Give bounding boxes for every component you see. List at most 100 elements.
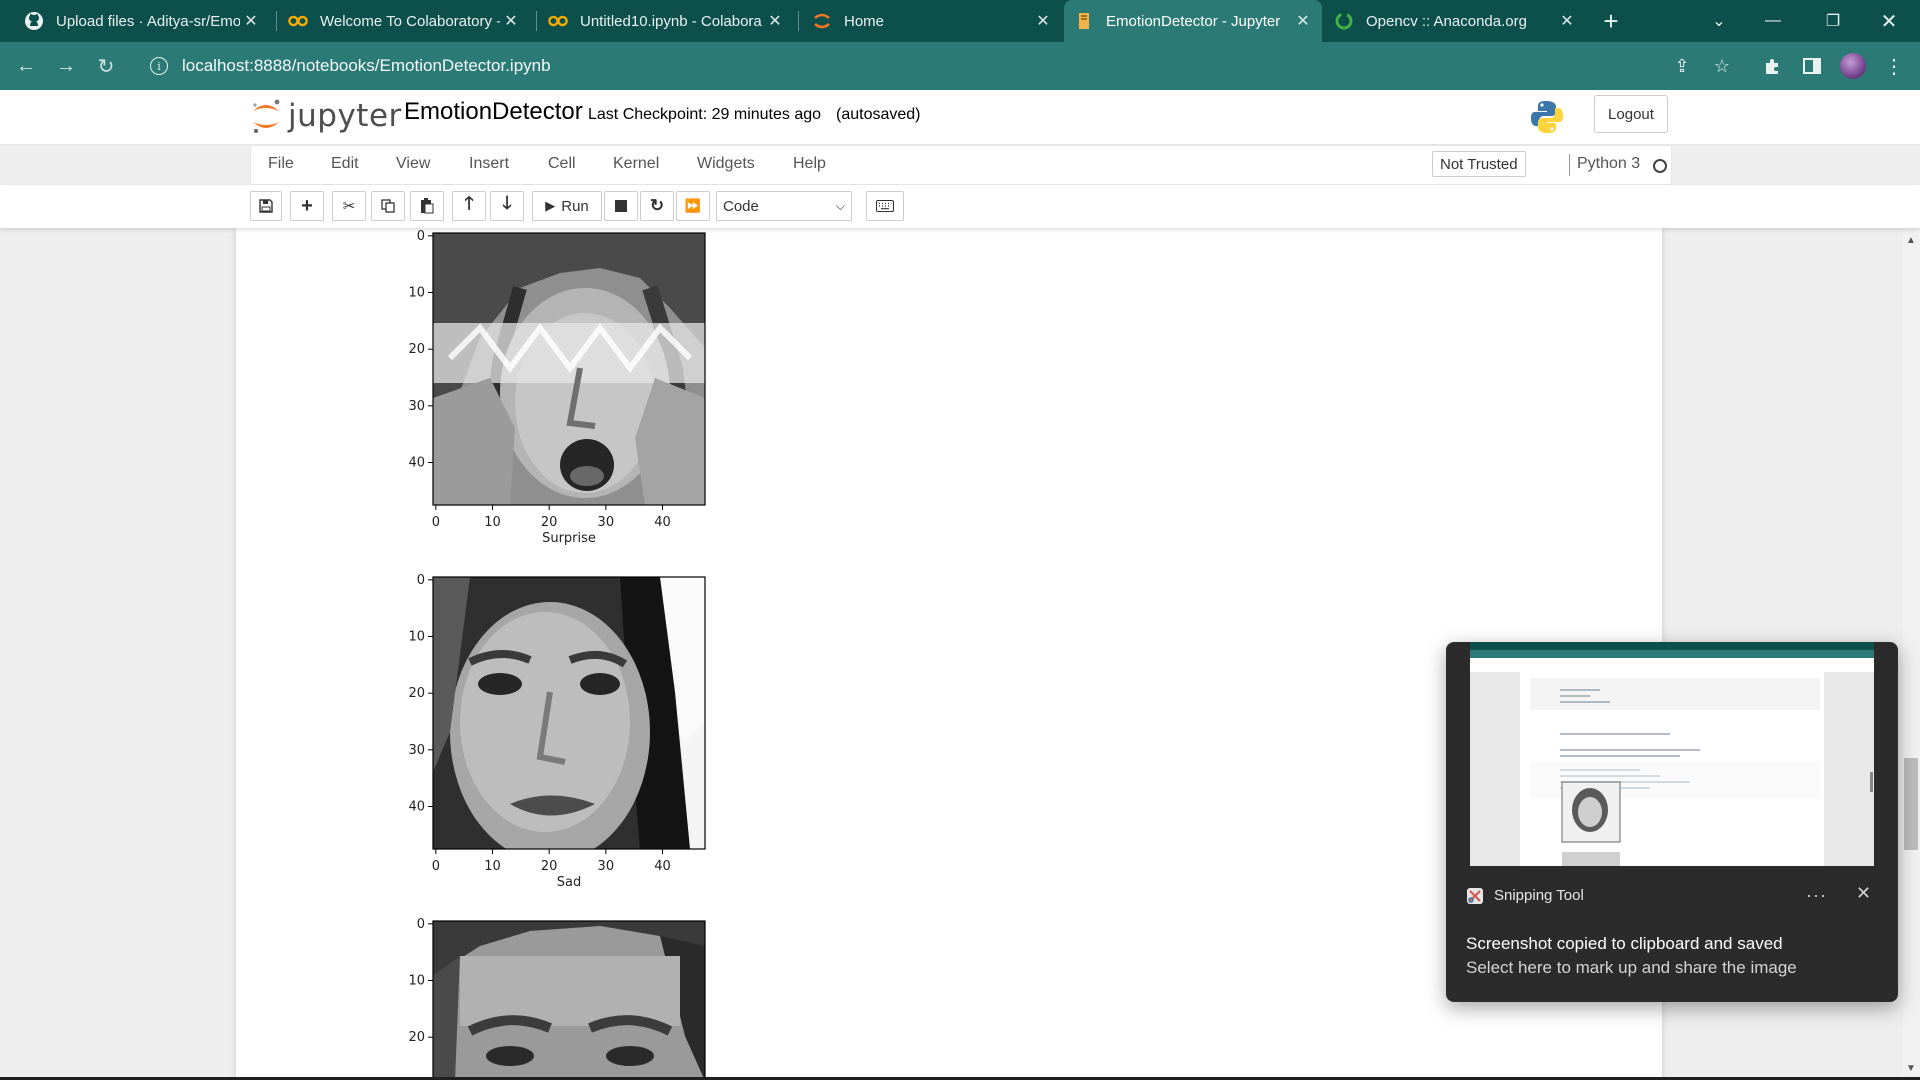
- face-image-third: [433, 921, 705, 1080]
- cell-type-select[interactable]: Code ⌵: [716, 191, 852, 221]
- snipping-tool-notification[interactable]: Snipping Tool ··· ✕ Screenshot copied to…: [1446, 642, 1898, 1002]
- close-window-icon[interactable]: ✕: [1866, 0, 1912, 42]
- site-info-icon[interactable]: i: [150, 57, 168, 75]
- menu-cell[interactable]: Cell: [548, 155, 576, 173]
- scroll-up-icon[interactable]: ▲: [1905, 234, 1917, 246]
- page-scrollbar[interactable]: [1903, 228, 1920, 1080]
- run-button[interactable]: ▶ Run: [532, 191, 602, 221]
- stop-icon: [615, 200, 627, 212]
- trust-status-button[interactable]: Not Trusted: [1432, 151, 1526, 177]
- new-tab-icon[interactable]: +: [1596, 6, 1626, 36]
- checkpoint-status: Last Checkpoint: 29 minutes ago: [588, 106, 822, 123]
- restart-icon: ↻: [649, 196, 665, 215]
- menu-file[interactable]: File: [268, 155, 294, 173]
- y-tick-label: 40: [408, 456, 425, 471]
- y-tick-label: 20: [408, 342, 425, 357]
- tab-welcome-colab[interactable]: Welcome To Colaboratory - ✕: [278, 0, 530, 42]
- y-tick-label: 20: [408, 1030, 425, 1045]
- github-icon: [24, 11, 44, 31]
- tab-divider: [276, 11, 277, 31]
- screenshot-preview[interactable]: [1470, 642, 1874, 866]
- jupyter-icon: [812, 11, 832, 31]
- y-tick-label: 30: [408, 743, 425, 758]
- tab-upload-files[interactable]: Upload files · Aditya-sr/Emo ✕: [0, 0, 270, 42]
- tab-emotion-detector[interactable]: EmotionDetector - Jupyter ✕: [1064, 0, 1322, 42]
- jupyter-logo[interactable]: jupyter: [250, 96, 402, 136]
- browser-menu-icon[interactable]: ⋮: [1882, 54, 1906, 78]
- minimize-icon[interactable]: —: [1750, 0, 1796, 42]
- extensions-icon[interactable]: [1760, 54, 1784, 78]
- insert-cell-button[interactable]: +: [290, 191, 324, 221]
- reload-icon[interactable]: ↻: [90, 50, 122, 82]
- y-tick-label: 0: [417, 917, 425, 932]
- address-bar[interactable]: i localhost:8888/notebooks/EmotionDetect…: [138, 48, 1698, 84]
- output-plot-sad: 0 10 20 30 40 0 10 20 30 40 Sad: [408, 573, 706, 890]
- forward-icon[interactable]: →: [50, 50, 82, 82]
- paste-button[interactable]: [410, 191, 444, 221]
- output-plot-surprise: 0 10 20 30 40 0 10 20 30 40 Surprise: [408, 229, 706, 546]
- close-notification-icon[interactable]: ✕: [1856, 883, 1871, 904]
- screenshot-thumbnail: [1470, 642, 1874, 866]
- tab-search-icon[interactable]: ⌄: [1696, 0, 1742, 42]
- scroll-down-icon[interactable]: ▼: [1905, 1062, 1917, 1074]
- kernel-name[interactable]: Python 3: [1577, 155, 1640, 173]
- keyboard-icon: [876, 200, 894, 212]
- cut-button[interactable]: ✂: [332, 191, 366, 221]
- restore-icon[interactable]: ❐: [1810, 0, 1856, 42]
- move-down-button[interactable]: 🡓: [490, 191, 524, 221]
- play-icon: ▶: [545, 198, 556, 213]
- menu-insert[interactable]: Insert: [469, 155, 509, 173]
- colab-icon: [548, 11, 568, 31]
- menu-kernel[interactable]: Kernel: [613, 155, 659, 173]
- x-tick-label: 20: [541, 859, 558, 874]
- tab-untitled10[interactable]: Untitled10.ipynb - Colabora ✕: [538, 0, 794, 42]
- scrollbar-thumb[interactable]: [1904, 758, 1918, 850]
- tab-title: Welcome To Colaboratory -: [320, 12, 500, 30]
- close-tab-icon[interactable]: ✕: [764, 10, 786, 32]
- close-tab-icon[interactable]: ✕: [1032, 10, 1054, 32]
- close-tab-icon[interactable]: ✕: [240, 10, 262, 32]
- more-options-icon[interactable]: ···: [1806, 885, 1827, 906]
- jupyter-header: jupyter EmotionDetector Last Checkpoint:…: [0, 90, 1920, 145]
- close-tab-icon[interactable]: ✕: [1556, 10, 1578, 32]
- run-all-button[interactable]: ⏩: [676, 191, 710, 221]
- save-button[interactable]: [250, 191, 282, 221]
- copy-button[interactable]: [371, 191, 405, 221]
- back-icon[interactable]: ←: [10, 50, 42, 82]
- command-palette-button[interactable]: [866, 191, 904, 221]
- kernel-divider: [1569, 154, 1570, 176]
- side-panel-icon[interactable]: [1800, 54, 1824, 78]
- interrupt-button[interactable]: [604, 191, 638, 221]
- menu-widgets[interactable]: Widgets: [697, 155, 755, 173]
- restart-button[interactable]: ↻: [640, 191, 674, 221]
- menu-edit[interactable]: Edit: [331, 155, 359, 173]
- profile-avatar[interactable]: [1840, 53, 1866, 79]
- x-tick-label: 40: [654, 515, 671, 530]
- notification-title: Screenshot copied to clipboard and saved: [1466, 934, 1783, 953]
- notebook-name[interactable]: EmotionDetector: [404, 98, 583, 126]
- move-up-button[interactable]: 🡑: [452, 191, 486, 221]
- colab-icon: [288, 11, 308, 31]
- tab-opencv-anaconda[interactable]: Opencv :: Anaconda.org ✕: [1324, 0, 1586, 42]
- bookmark-star-icon[interactable]: ☆: [1710, 54, 1734, 78]
- x-tick-label: 30: [598, 515, 615, 530]
- notification-body: Select here to mark up and share the ima…: [1466, 958, 1797, 977]
- x-tick-label: 30: [598, 859, 615, 874]
- run-label: Run: [561, 197, 589, 215]
- share-icon[interactable]: ⇪: [1670, 54, 1694, 78]
- kernel-idle-icon: [1653, 159, 1667, 173]
- menu-view[interactable]: View: [396, 155, 430, 173]
- menu-help[interactable]: Help: [793, 155, 826, 173]
- jupyter-menubar: File Edit View Insert Cell Kernel Widget…: [250, 145, 1672, 185]
- plus-icon: +: [301, 194, 313, 217]
- tab-home[interactable]: Home ✕: [800, 0, 1062, 42]
- close-tab-icon[interactable]: ✕: [500, 10, 522, 32]
- face-image-surprise: [433, 233, 705, 505]
- copy-icon: [381, 199, 395, 213]
- output-plot-third: 0 10 20: [408, 917, 706, 1080]
- x-tick-label: 20: [541, 515, 558, 530]
- tab-title: Upload files · Aditya-sr/Emo: [56, 12, 240, 30]
- logout-button[interactable]: Logout: [1594, 95, 1668, 133]
- close-tab-icon[interactable]: ✕: [1292, 10, 1314, 32]
- autosave-status: (autosaved): [836, 106, 921, 123]
